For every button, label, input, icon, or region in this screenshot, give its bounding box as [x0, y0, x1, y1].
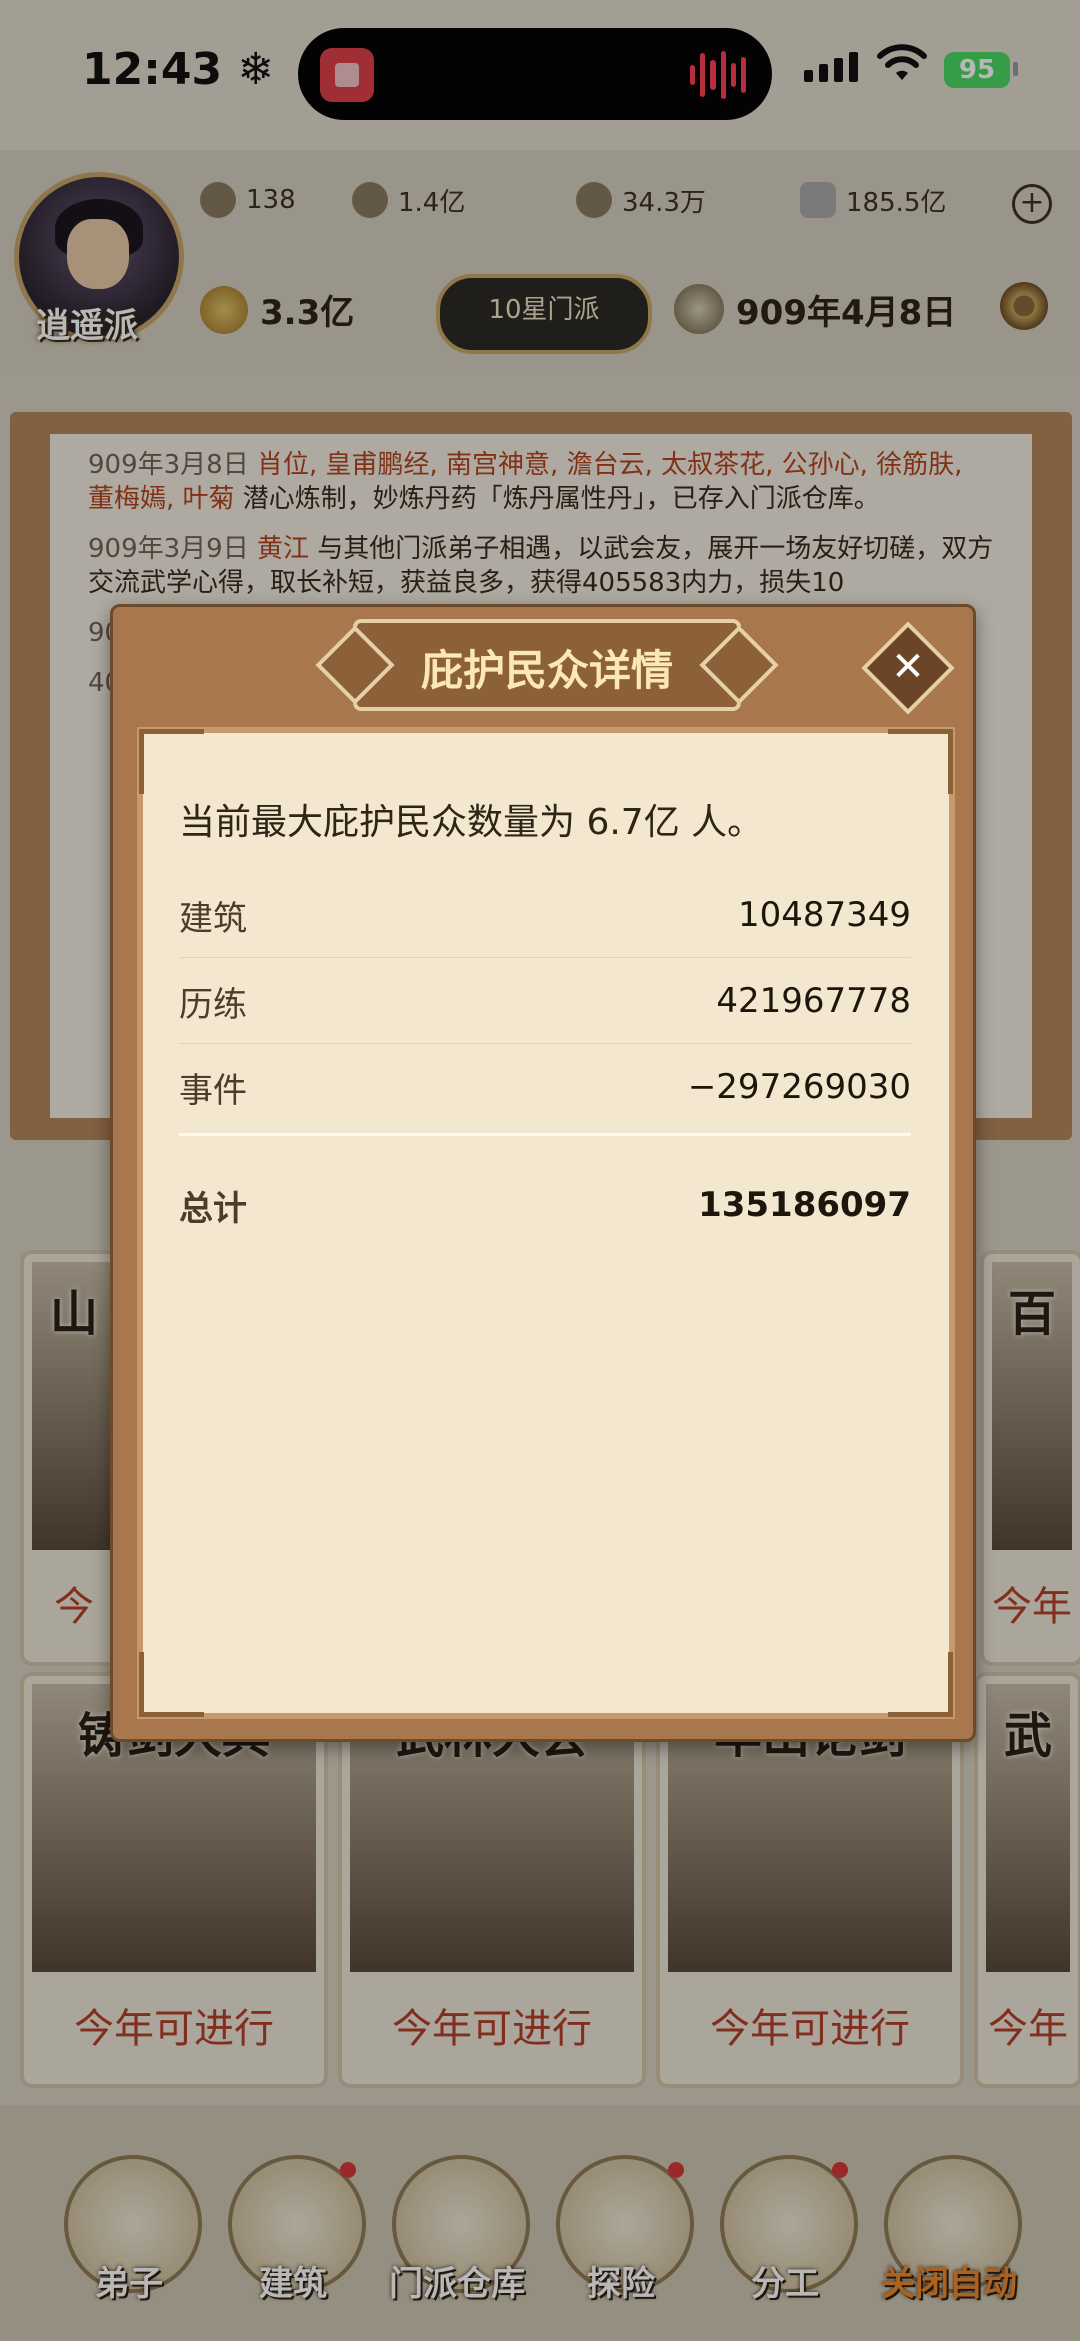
total-value: 135186097 — [698, 1185, 911, 1225]
detail-label: 历练 — [179, 984, 247, 1025]
corner-ornament — [139, 1652, 204, 1717]
detail-row-events: 事件 −297269030 — [179, 1045, 911, 1129]
corner-ornament — [888, 729, 953, 794]
max-protection-summary: 当前最大庇护民众数量为 6.7亿 人。 — [179, 802, 764, 843]
detail-row-training: 历练 421967778 — [179, 959, 911, 1044]
detail-label: 建筑 — [179, 898, 247, 939]
detail-row-total: 总计 135186097 — [179, 1163, 911, 1247]
dialog-body: 当前最大庇护民众数量为 6.7亿 人。 建筑 10487349 历练 42196… — [137, 727, 955, 1719]
detail-value: 10487349 — [737, 895, 911, 935]
detail-value: −297269030 — [687, 1067, 911, 1107]
divider — [179, 1133, 911, 1136]
detail-value: 421967778 — [716, 981, 911, 1021]
corner-ornament — [139, 729, 204, 794]
total-label: 总计 — [179, 1188, 247, 1229]
detail-label: 事件 — [179, 1070, 247, 1111]
detail-row-buildings: 建筑 10487349 — [179, 873, 911, 958]
dialog-title: 庇护民众详情 — [420, 646, 673, 695]
close-button[interactable]: ✕ — [861, 621, 955, 715]
protection-details-dialog: 庇护民众详情 ✕ 当前最大庇护民众数量为 6.7亿 人。 建筑 10487349… — [110, 604, 976, 1742]
dialog-title-plate: 庇护民众详情 — [353, 619, 741, 711]
corner-ornament — [888, 1652, 953, 1717]
close-icon: ✕ — [891, 644, 925, 690]
